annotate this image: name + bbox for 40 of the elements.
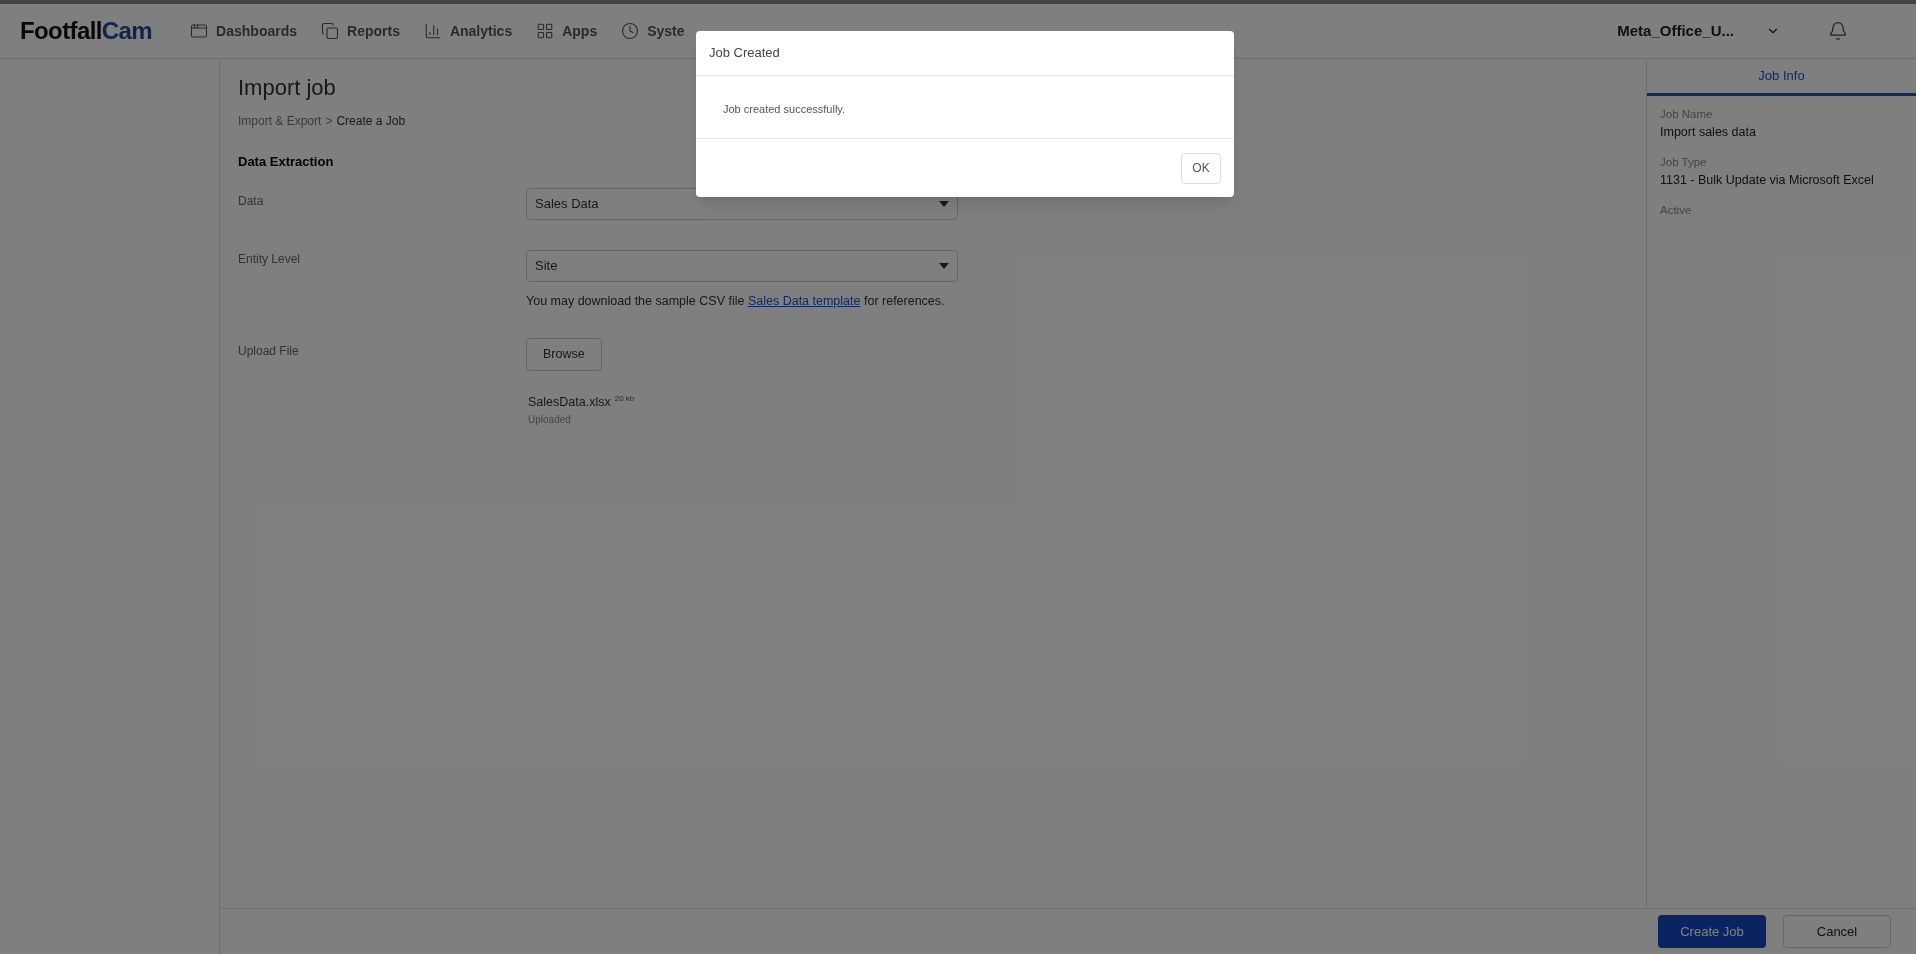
field-label: Data (238, 192, 265, 210)
section-heading: Data Extraction (238, 153, 334, 171)
info-label: Active (1660, 203, 1693, 218)
info-label: Job Name (1660, 107, 1714, 122)
dialog-message: Job created successfully. (723, 103, 846, 115)
info-value: 1131 - Bulk Update via Microsoft Excel (1660, 172, 1875, 190)
breadcrumb-current: Create a Job (336, 113, 406, 130)
grid-icon (536, 22, 555, 40)
nav-link[interactable]: Analytics (423, 20, 513, 42)
bar-chart-icon (423, 22, 442, 40)
clock-icon (621, 22, 640, 40)
nav-link[interactable]: Dashboards (190, 20, 297, 42)
field-label: Entity Level (238, 250, 302, 268)
template-link[interactable]: Sales Data template (747, 293, 861, 308)
cancel-button[interactable]: Cancel (1783, 915, 1891, 948)
page-title: Import job (238, 74, 337, 102)
breadcrumb-link[interactable]: Import & Export (238, 112, 322, 130)
account-dropdown[interactable]: Meta_Office_U... (1617, 19, 1780, 43)
file-name: SalesData.xlsx (528, 394, 611, 412)
breadcrumb-separator: > (325, 113, 333, 130)
ok-button[interactable]: OK (1181, 152, 1221, 184)
brand-logo[interactable]: FootfallCam (20, 13, 153, 49)
window-icon (190, 22, 209, 40)
notification-bell-icon[interactable] (1828, 21, 1848, 41)
caret-icon (939, 200, 949, 207)
entity-level-select[interactable]: Site (526, 249, 958, 282)
file-size: 20 kb (614, 393, 635, 406)
field-label: Upload File (238, 343, 300, 361)
create-job-button[interactable]: Create Job (1658, 915, 1766, 948)
browse-button[interactable]: Browse (526, 338, 602, 372)
upload-status: Uploaded (528, 413, 572, 427)
job-info-tab[interactable]: Job Info (1647, 59, 1916, 96)
nav-link[interactable]: Apps (536, 20, 598, 42)
nav-link[interactable]: Syste (621, 20, 685, 42)
help-text: You may download the sample CSV file Sales Data template for references. (526, 292, 946, 310)
caret-icon (939, 262, 949, 269)
dialog-title: Job Created (709, 44, 780, 63)
copy-icon (321, 22, 339, 40)
info-value: Import sales data (1660, 124, 1757, 142)
nav-link[interactable]: Reports (321, 20, 400, 42)
